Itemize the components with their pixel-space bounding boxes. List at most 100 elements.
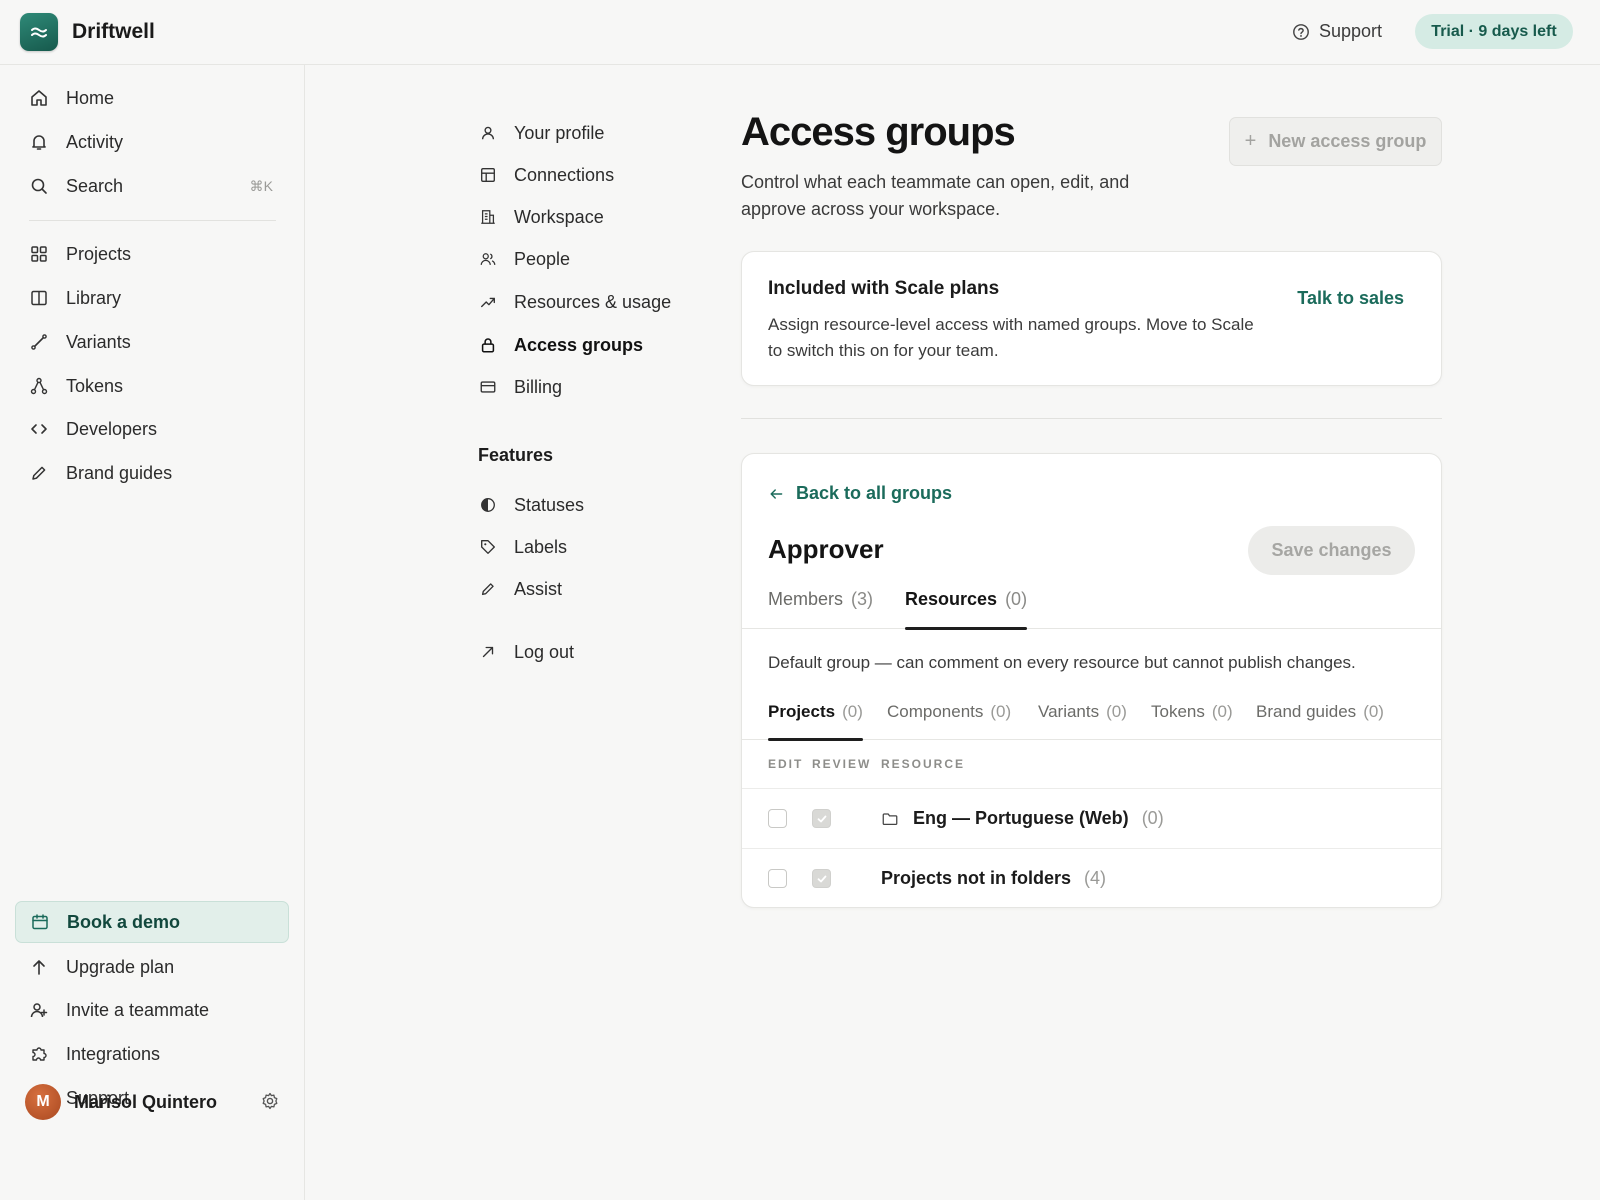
sidebar-item-library[interactable]: Library — [15, 277, 289, 319]
logout-link[interactable]: Log out — [478, 637, 574, 667]
code-icon — [28, 418, 50, 440]
building-icon — [478, 207, 498, 227]
share-nodes-icon — [28, 375, 50, 397]
check-icon — [817, 815, 826, 822]
sidebar-item-label: Developers — [66, 418, 158, 439]
settings-nav-label: Access groups — [514, 334, 644, 355]
features-heading: Features — [478, 445, 554, 465]
sidebar-item-label: Search — [66, 175, 124, 196]
resource-label: Projects not in folders — [881, 868, 1072, 888]
sidebar-item-label: Activity — [66, 131, 124, 152]
tab-count: (0) — [1005, 589, 1028, 609]
settings-nav-billing[interactable]: Billing — [478, 372, 562, 402]
plus-icon: + — [1244, 130, 1257, 152]
sidebar-item-projects[interactable]: Projects — [15, 233, 289, 275]
table-row: Eng — Portuguese (Web) (0) — [742, 788, 1441, 847]
gear-icon[interactable] — [260, 1091, 280, 1111]
brand[interactable]: Driftwell — [20, 13, 155, 51]
sidebar-item-upgrade-plan[interactable]: Upgrade plan — [15, 946, 289, 988]
new-access-group-button[interactable]: + New access group — [1229, 117, 1442, 166]
sidebar-item-variants[interactable]: Variants — [15, 321, 289, 363]
edit-checkbox[interactable] — [768, 809, 787, 828]
resource-label: Eng — Portuguese (Web) — [913, 808, 1129, 828]
sidebar-item-label: Invite a teammate — [66, 999, 210, 1020]
tab-count: (3) — [851, 589, 874, 609]
sidebar-item-activity[interactable]: Activity — [15, 121, 289, 163]
subtab-projects[interactable]: Projects (0) — [768, 694, 863, 741]
trial-badge[interactable]: Trial · 9 days left — [1415, 14, 1573, 49]
sidebar-item-invite-teammate[interactable]: Invite a teammate — [15, 989, 289, 1031]
settings-nav-label: Workspace — [514, 206, 604, 227]
talk-to-sales-link[interactable]: Talk to sales — [1297, 288, 1404, 309]
puzzle-icon — [28, 1043, 50, 1065]
upsell-title: Included with Scale plans — [768, 278, 1000, 299]
subtab-tokens[interactable]: Tokens (0) — [1151, 694, 1233, 740]
sidebar-item-home[interactable]: Home — [15, 77, 289, 119]
settings-nav-your-profile[interactable]: Your profile — [478, 118, 604, 148]
settings-nav-labels[interactable]: Labels — [478, 532, 567, 562]
sidebar-item-developers[interactable]: Developers — [15, 408, 289, 450]
logout-label: Log out — [514, 641, 575, 662]
bell-icon — [28, 131, 50, 153]
sidebar-item-search[interactable]: Search ⌘K — [15, 165, 289, 207]
book-demo-button[interactable]: Book a demo — [15, 901, 289, 943]
resource-name[interactable]: Eng — Portuguese (Web) (0) — [881, 808, 1164, 829]
folder-icon — [882, 812, 898, 825]
table-icon — [478, 165, 498, 185]
resource-type-tabs: Projects (0) Components (0) Variants (0)… — [742, 694, 1441, 741]
check-icon — [817, 875, 826, 882]
settings-nav-statuses[interactable]: Statuses — [478, 490, 584, 520]
subtab-label: Components — [887, 702, 984, 721]
grid-icon — [28, 243, 50, 265]
subtab-brand-guides[interactable]: Brand guides (0) — [1256, 694, 1384, 740]
upsell-text: Assign resource-level access with named … — [768, 315, 1254, 360]
tab-members[interactable]: Members (3) — [768, 582, 873, 629]
trending-up-icon — [478, 292, 498, 312]
review-checkbox[interactable] — [812, 809, 831, 828]
subtab-label: Tokens — [1151, 702, 1205, 721]
settings-nav-label: People — [514, 248, 571, 269]
settings-nav-assist[interactable]: Assist — [478, 574, 562, 604]
users-icon — [478, 249, 498, 269]
sidebar-item-label: Book a demo — [67, 911, 181, 932]
sidebar-item-label: Home — [66, 87, 115, 108]
tag-icon — [478, 537, 498, 557]
settings-nav-label: Labels — [514, 536, 568, 557]
search-icon — [28, 175, 50, 197]
settings-nav-connections[interactable]: Connections — [478, 160, 614, 190]
subtab-variants[interactable]: Variants (0) — [1038, 694, 1127, 740]
user-plus-icon — [28, 999, 50, 1021]
subtab-count: (0) — [842, 702, 863, 721]
arrow-up-icon — [28, 956, 50, 978]
top-support-link[interactable]: Support — [1292, 21, 1382, 42]
lock-icon — [478, 335, 498, 355]
sidebar-item-label: Tokens — [66, 375, 124, 396]
group-name: Approver — [768, 534, 884, 564]
table-row: Projects not in folders (4) — [742, 848, 1441, 907]
review-checkbox[interactable] — [812, 869, 831, 888]
driftwell-logo-icon — [20, 13, 58, 51]
avatar: M — [25, 1084, 61, 1120]
pencil-icon — [28, 462, 50, 484]
sidebar-item-brand-guides[interactable]: Brand guides — [15, 452, 289, 494]
group-tabs: Members (3) Resources (0) — [742, 582, 1441, 630]
sidebar-item-integrations[interactable]: Integrations — [15, 1033, 289, 1075]
column-header-resource: RESOURCE — [881, 757, 966, 771]
settings-nav-access-groups[interactable]: Access groups — [478, 330, 643, 360]
sidebar: Home Activity Search ⌘K Projects Library… — [0, 65, 305, 1200]
subtab-count: (0) — [1363, 702, 1384, 721]
help-circle-icon — [1293, 23, 1309, 40]
settings-nav-resources-usage[interactable]: Resources & usage — [478, 287, 671, 317]
edit-checkbox[interactable] — [768, 869, 787, 888]
sidebar-item-label: Variants — [66, 331, 131, 352]
save-changes-button[interactable]: Save changes — [1248, 526, 1415, 575]
back-to-groups-link[interactable]: Back to all groups — [768, 483, 952, 504]
user-profile-row[interactable]: M Marisol Quintero — [25, 1082, 280, 1122]
resource-name[interactable]: Projects not in folders (4) — [881, 868, 1106, 889]
settings-nav-label: Statuses — [514, 494, 585, 515]
settings-nav-people[interactable]: People — [478, 244, 570, 274]
settings-nav-workspace[interactable]: Workspace — [478, 202, 604, 232]
subtab-components[interactable]: Components (0) — [887, 694, 1011, 740]
tab-resources[interactable]: Resources (0) — [905, 582, 1028, 630]
sidebar-item-tokens[interactable]: Tokens — [15, 365, 289, 407]
